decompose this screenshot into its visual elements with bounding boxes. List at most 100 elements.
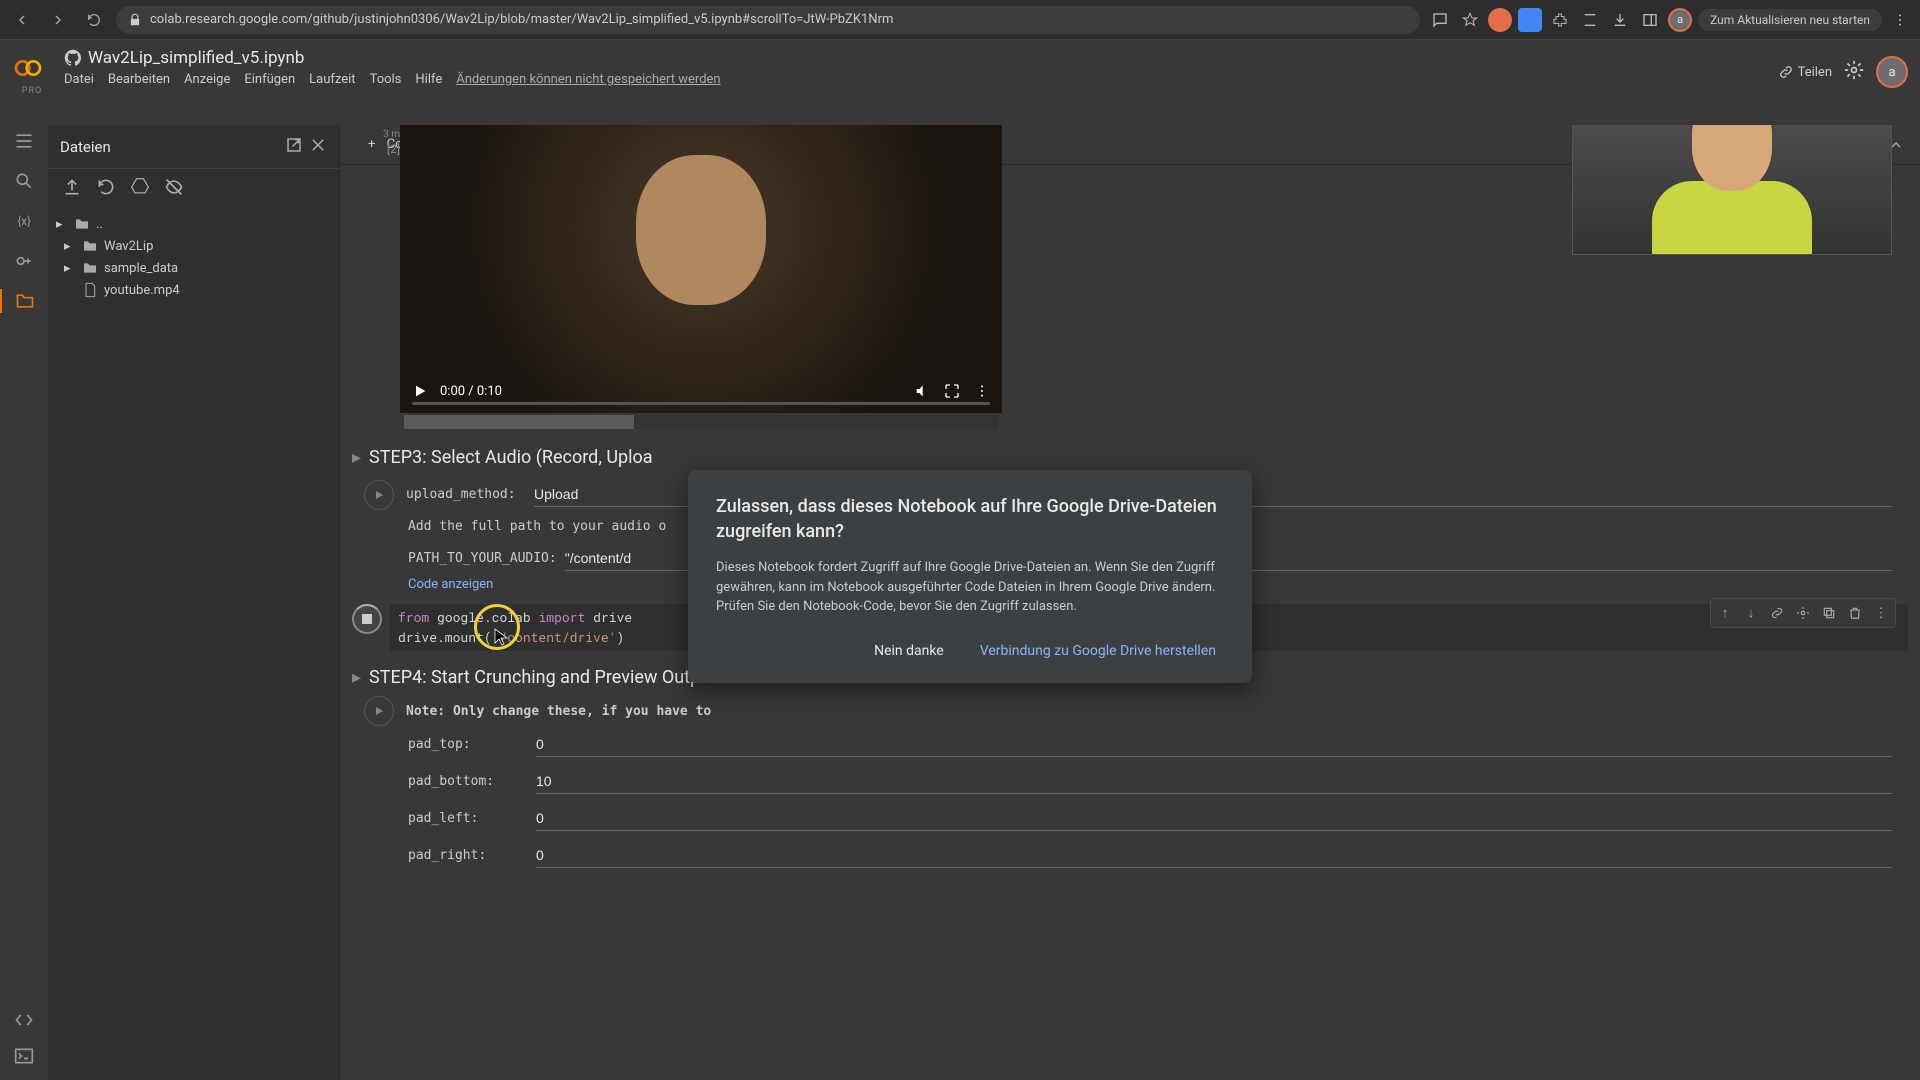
file-icon (82, 282, 98, 298)
share-page-icon[interactable] (1428, 8, 1452, 32)
doc-title[interactable]: Wav2Lip_simplified_v5.ipynb (88, 48, 304, 68)
menu-laufzeit[interactable]: Laufzeit (309, 72, 355, 87)
menu-tools[interactable]: Tools (370, 72, 402, 87)
toc-icon[interactable] (12, 129, 36, 153)
reload-button[interactable] (80, 6, 108, 34)
section-toggle-icon[interactable]: ▸ (352, 447, 361, 468)
file-root[interactable]: ▸.. (48, 213, 339, 235)
ext-icon-3[interactable] (1578, 8, 1602, 32)
video-menu-icon[interactable] (974, 383, 990, 399)
folder-icon (82, 260, 98, 276)
cell-more-icon[interactable]: ⋮ (1869, 601, 1893, 625)
file-panel: Dateien ▸.. ▸Wav2Lip ▸sample_data youtub… (48, 125, 340, 1080)
cell-number: [2] (387, 142, 400, 156)
left-sidebar: {x} (0, 125, 48, 1080)
share-button[interactable]: Teilen (1778, 64, 1832, 80)
modal-body: Dieses Notebook fordert Zugriff auf Ihre… (716, 558, 1224, 617)
pad-left-input[interactable] (536, 806, 1892, 831)
file-panel-title: Dateien (60, 138, 111, 156)
url-bar[interactable]: colab.research.google.com/github/justinj… (116, 6, 1420, 34)
file-node-sample[interactable]: ▸sample_data (48, 257, 339, 279)
svg-text:{x}: {x} (17, 214, 31, 228)
modal-yes-button[interactable]: Verbindung zu Google Drive herstellen (972, 637, 1224, 665)
extensions-icon[interactable] (1548, 8, 1572, 32)
pad-bottom-label: pad_bottom: (408, 774, 528, 789)
menu-icon[interactable] (1888, 8, 1912, 32)
cell-link-icon[interactable] (1765, 601, 1789, 625)
folder-icon (74, 216, 90, 232)
forward-button[interactable] (44, 6, 72, 34)
cell-mirror-icon[interactable] (1817, 601, 1841, 625)
path-audio-label: PATH_TO_YOUR_AUDIO: (408, 551, 557, 566)
pad-top-label: pad_top: (408, 737, 528, 752)
menu-bearbeiten[interactable]: Bearbeiten (108, 72, 170, 87)
move-up-icon[interactable]: ↑ (1713, 601, 1737, 625)
search-icon[interactable] (12, 169, 36, 193)
upload-file-icon[interactable] (62, 177, 82, 201)
pad-top-input[interactable] (536, 732, 1892, 757)
hidden-files-icon[interactable] (164, 177, 184, 201)
folder-icon (82, 238, 98, 254)
webcam-overlay (1572, 125, 1892, 255)
step3-heading: STEP3: Select Audio (Record, Uploa (369, 447, 653, 468)
browser-avatar[interactable]: a (1668, 8, 1692, 32)
move-down-icon[interactable]: ↓ (1739, 601, 1763, 625)
open-new-icon[interactable] (285, 136, 303, 158)
refresh-files-icon[interactable] (96, 177, 116, 201)
panel-icon[interactable] (1638, 8, 1662, 32)
step4-run-button[interactable] (364, 696, 394, 726)
variables-icon[interactable]: {x} (12, 209, 36, 233)
colab-logo[interactable]: PRO (12, 52, 52, 96)
output-scrollbar[interactable] (404, 415, 998, 429)
pro-badge: PRO (12, 86, 52, 96)
play-icon[interactable] (412, 383, 428, 399)
files-icon[interactable] (0, 289, 48, 313)
file-node-wav2lip[interactable]: ▸Wav2Lip (48, 235, 339, 257)
pad-right-label: pad_right: (408, 848, 528, 863)
menu-bar: Datei Bearbeiten Anzeige Einfügen Laufze… (64, 72, 1778, 87)
pad-bottom-input[interactable] (536, 769, 1892, 794)
video-player[interactable]: 0:00 / 0:10 (400, 125, 1002, 413)
upload-method-label: upload_method: (406, 487, 526, 502)
browser-toolbar: colab.research.google.com/github/justinj… (0, 0, 1920, 40)
bookmark-icon[interactable] (1458, 8, 1482, 32)
gear-icon (1844, 60, 1864, 80)
run-cell-button[interactable] (352, 604, 382, 634)
update-button[interactable]: Zum Aktualisieren neu starten (1698, 9, 1882, 31)
menu-einfuegen[interactable]: Einfügen (244, 72, 295, 87)
pad-right-input[interactable] (536, 843, 1892, 868)
fullscreen-icon[interactable] (944, 383, 960, 399)
menu-anzeige[interactable]: Anzeige (184, 72, 230, 87)
menu-hilfe[interactable]: Hilfe (415, 72, 442, 87)
settings-button[interactable] (1844, 60, 1864, 84)
step4-section: ▸ STEP4: Start Crunching and Preview Out… (340, 667, 1908, 874)
ext-icon-1[interactable] (1488, 8, 1512, 32)
download-icon[interactable] (1608, 8, 1632, 32)
code-snippets-icon[interactable] (12, 1008, 36, 1032)
mount-drive-icon[interactable] (130, 177, 150, 201)
back-button[interactable] (8, 6, 36, 34)
step4-note: Note: Only change these, if you have to (394, 704, 711, 719)
video-time: 0:00 / 0:10 (440, 384, 502, 399)
cell-settings-icon[interactable] (1791, 601, 1815, 625)
section-toggle-icon[interactable]: ▸ (352, 667, 361, 688)
step3-run-button[interactable] (364, 480, 394, 510)
drive-permission-modal: Zulassen, dass dieses Notebook auf Ihre … (688, 470, 1252, 683)
file-node-youtube[interactable]: youtube.mp4 (48, 279, 339, 301)
colab-header: PRO Wav2Lip_simplified_v5.ipynb Datei Be… (0, 40, 1920, 125)
browser-actions: a Zum Aktualisieren neu starten (1428, 8, 1912, 32)
terminal-icon[interactable] (12, 1044, 36, 1068)
secrets-icon[interactable] (12, 249, 36, 273)
link-icon (1778, 64, 1794, 80)
github-icon (64, 49, 82, 67)
save-warning[interactable]: Änderungen können nicht gespeichert werd… (456, 72, 720, 87)
user-avatar[interactable]: a (1876, 56, 1908, 88)
modal-no-button[interactable]: Nein danke (866, 637, 952, 665)
lock-icon (128, 13, 142, 27)
ext-icon-2[interactable] (1518, 8, 1542, 32)
menu-datei[interactable]: Datei (64, 72, 94, 87)
cell-delete-icon[interactable] (1843, 601, 1867, 625)
close-panel-icon[interactable] (309, 136, 327, 158)
video-slider[interactable] (412, 402, 990, 405)
volume-icon[interactable] (914, 383, 930, 399)
